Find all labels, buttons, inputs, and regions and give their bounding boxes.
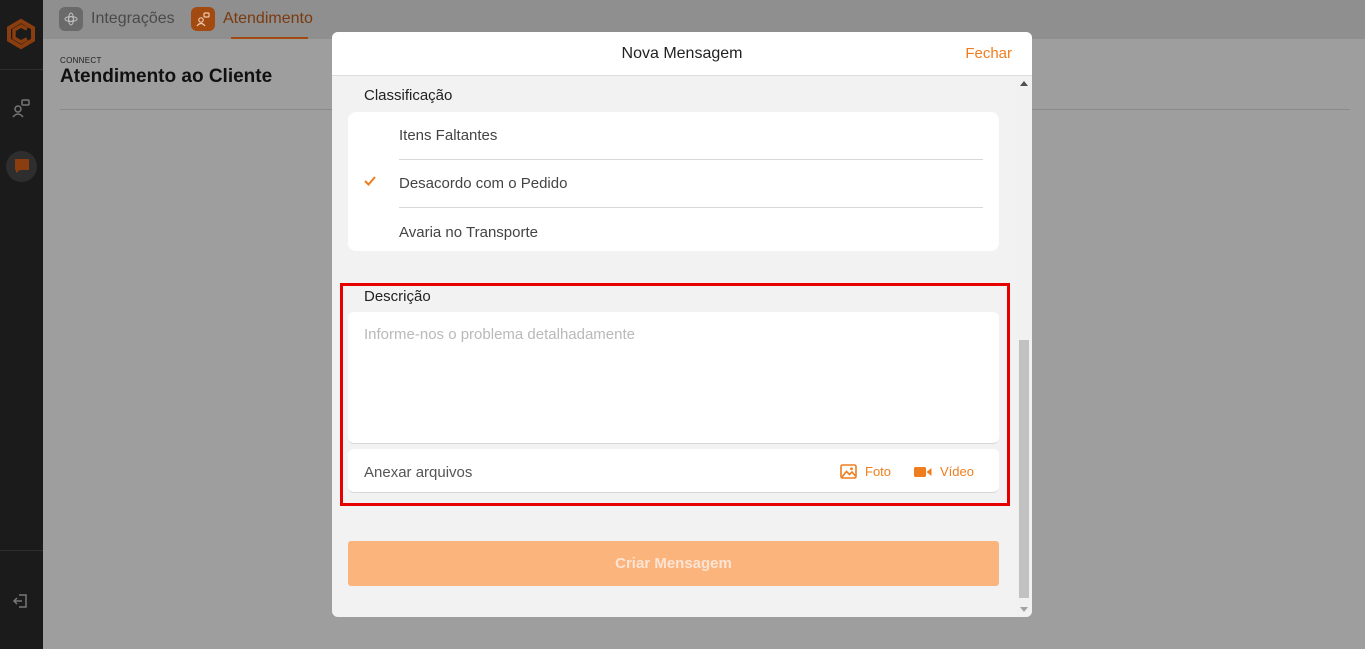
list-item-label: Desacordo com o Pedido <box>399 175 568 192</box>
tab-atendimento[interactable]: Atendimento <box>191 7 313 31</box>
tab-label: Integrações <box>91 10 175 27</box>
page-title: Atendimento ao Cliente <box>60 66 273 87</box>
sidebar-divider <box>0 550 43 551</box>
list-item-desacordo-pedido[interactable]: Desacordo com o Pedido <box>399 160 983 208</box>
tab-label: Atendimento <box>223 10 313 27</box>
scroll-thumb[interactable] <box>1019 340 1029 598</box>
new-message-modal: Nova Mensagem Fechar Classificação Itens… <box>332 32 1032 617</box>
support-agent-icon[interactable] <box>10 97 32 119</box>
classificacao-list: Itens Faltantes Desacordo com o Pedido A… <box>348 112 999 251</box>
check-icon <box>364 176 376 186</box>
sidebar <box>0 0 43 649</box>
modal-title: Nova Mensagem <box>621 45 743 62</box>
modal-scrollbar[interactable] <box>1016 76 1032 617</box>
list-item-label: Itens Faltantes <box>399 127 498 144</box>
active-tab-indicator <box>231 37 308 39</box>
classificacao-label: Classificação <box>364 87 453 104</box>
logout-icon[interactable] <box>10 590 32 612</box>
page-kicker: CONNECT <box>60 56 102 65</box>
list-item-itens-faltantes[interactable]: Itens Faltantes <box>399 112 983 160</box>
list-item-avaria-transporte[interactable]: Avaria no Transporte <box>399 208 983 256</box>
tab-integracoes[interactable]: Integrações <box>59 7 175 31</box>
list-item-label: Avaria no Transporte <box>399 223 538 241</box>
chat-icon <box>15 159 29 173</box>
scroll-up-arrow-icon[interactable] <box>1020 81 1028 86</box>
highlight-box <box>340 283 1010 506</box>
sidebar-divider <box>0 69 43 70</box>
scroll-down-arrow-icon[interactable] <box>1020 607 1028 612</box>
support-icon <box>191 7 215 31</box>
modal-header: Nova Mensagem Fechar <box>332 32 1032 76</box>
integration-icon <box>59 7 83 31</box>
brand-logo-icon <box>7 18 35 50</box>
create-message-button[interactable]: Criar Mensagem <box>348 541 999 586</box>
close-button[interactable]: Fechar <box>965 45 1012 62</box>
